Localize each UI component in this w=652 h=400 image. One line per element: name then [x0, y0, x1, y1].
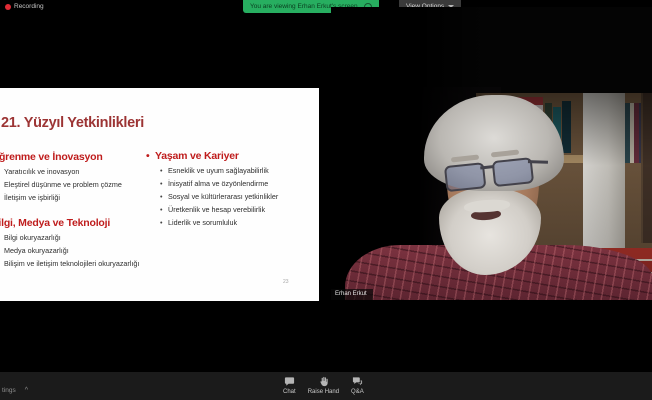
- section-heading: Öğrenme ve İnovasyon: [0, 151, 149, 163]
- participant-name-tag: Erhan Erkut: [331, 289, 373, 300]
- slide-section-media-technology: Bilgi, Medya ve Teknoloji Bilgi okuryaza…: [0, 217, 149, 269]
- shared-screen-slide: 21. Yüzyıl Yetkinlikleri Öğrenme ve İnov…: [0, 88, 319, 301]
- bullet-item: Sosyal ve kültürlerarası yetkinlikler: [146, 192, 318, 202]
- recording-indicator: Recording: [5, 3, 44, 10]
- meeting-toolbar: tings ^ Chat Raise Hand Q&A: [0, 372, 652, 400]
- settings-partial-label: tings: [2, 387, 16, 394]
- bullet-item: Yaratıcılık ve inovasyon: [0, 167, 149, 177]
- qa-label: Q&A: [351, 389, 364, 395]
- section-heading: Bilgi, Medya ve Teknoloji: [0, 217, 149, 229]
- bullet-item: Liderlik ve sorumluluk: [146, 218, 318, 228]
- slide-section-learning-innovation: Öğrenme ve İnovasyon Yaratıcılık ve inov…: [0, 151, 149, 203]
- raise-hand-button[interactable]: Raise Hand: [308, 376, 339, 395]
- caret-up-icon: ^: [25, 387, 28, 394]
- participant-video: Erhan Erkut: [331, 7, 652, 300]
- bullet-item: Üretkenlik ve hesap verebilirlik: [146, 205, 318, 215]
- bullet-item: İnisyatif alma ve özyönlendirme: [146, 179, 318, 189]
- slide-title: 21. Yüzyıl Yetkinlikleri: [1, 115, 144, 131]
- settings-control-partial[interactable]: tings ^: [2, 387, 28, 394]
- bullet-item: Medya okuryazarlığı: [0, 246, 149, 256]
- bullet-item: Eleştirel düşünme ve problem çözme: [0, 180, 149, 190]
- qa-icon: [352, 376, 363, 387]
- bullet-item: Esneklik ve uyum sağlayabilirlik: [146, 166, 318, 176]
- recording-dot-icon: [5, 4, 11, 10]
- chat-label: Chat: [283, 389, 296, 395]
- chat-button[interactable]: Chat: [283, 376, 296, 395]
- zoom-meeting-window: Recording You are viewing Erhan Erkut's …: [0, 0, 652, 400]
- bullet-item: Bilgi okuryazarlığı: [0, 233, 149, 243]
- chat-icon: [284, 376, 295, 387]
- qa-button[interactable]: Q&A: [351, 376, 364, 395]
- slide-section-life-career: Yaşam ve Kariyer Esneklik ve uyum sağlay…: [146, 150, 318, 228]
- slide-page-number: 23: [283, 279, 289, 285]
- bullet-item: İletişim ve işbirliği: [0, 193, 149, 203]
- raise-hand-icon: [318, 376, 329, 387]
- toolbar-button-group: Chat Raise Hand Q&A: [283, 376, 364, 395]
- section-heading: Yaşam ve Kariyer: [146, 150, 318, 162]
- recording-label: Recording: [14, 3, 44, 10]
- bullet-item: Bilişim ve iletişim teknolojileri okurya…: [0, 259, 149, 269]
- raise-hand-label: Raise Hand: [308, 389, 339, 395]
